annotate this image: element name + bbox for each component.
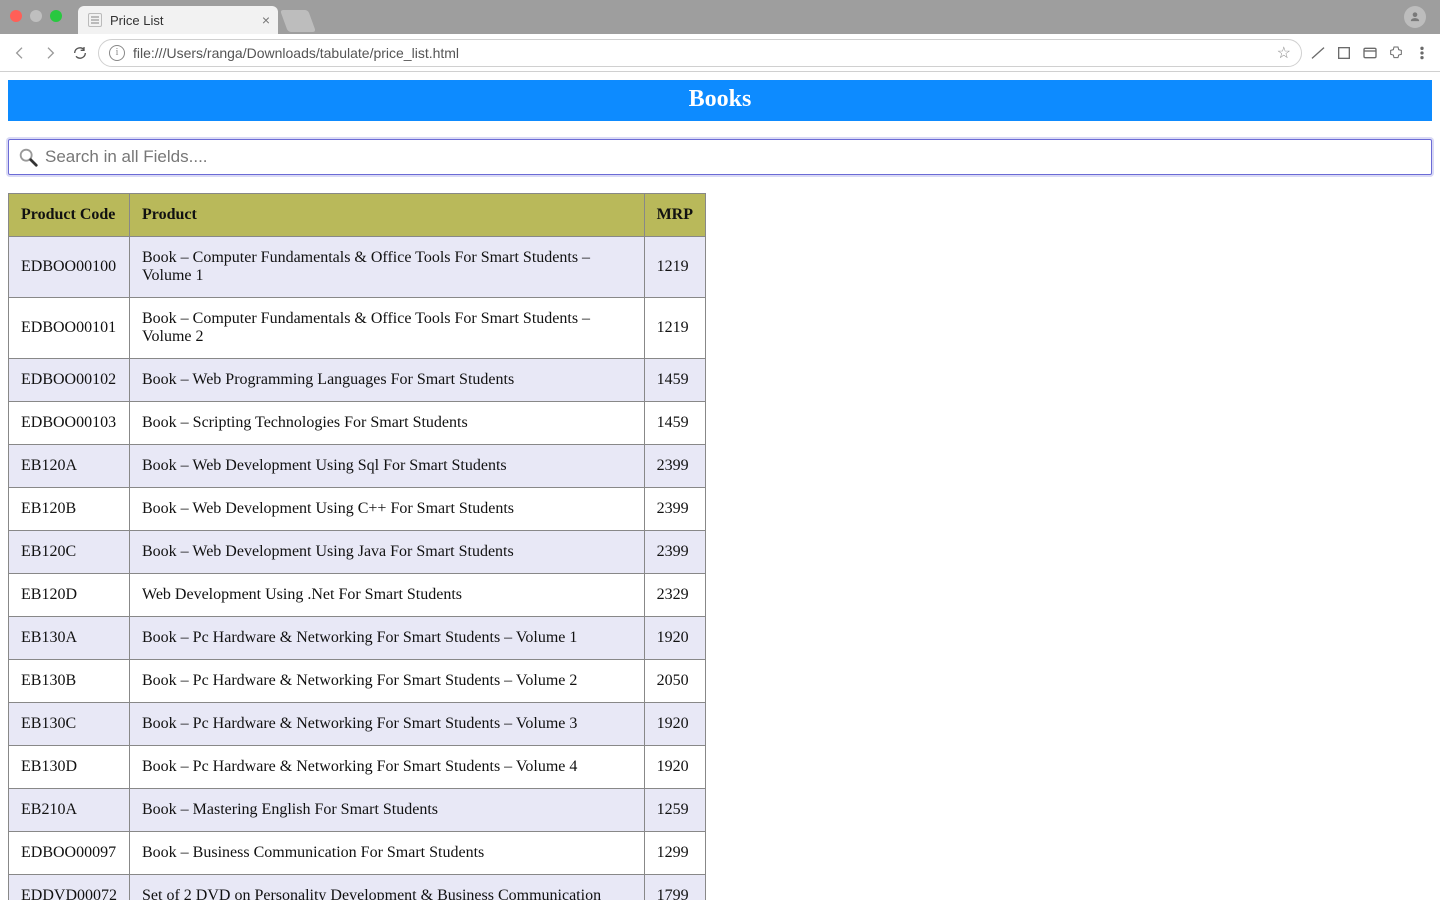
- cell-product: Book – Web Programming Languages For Sma…: [130, 359, 645, 402]
- cell-mrp: 1299: [644, 832, 705, 875]
- forward-button[interactable]: [38, 41, 62, 65]
- cell-code: EDDVD00072: [9, 875, 130, 900]
- browser-tabstrip: Price List ×: [0, 0, 1440, 34]
- bookmark-star-icon[interactable]: ☆: [1277, 43, 1291, 63]
- cell-mrp: 2050: [644, 660, 705, 703]
- cell-code: EDBOO00103: [9, 402, 130, 445]
- cell-product: Book – Pc Hardware & Networking For Smar…: [130, 746, 645, 789]
- cell-product: Book – Scripting Technologies For Smart …: [130, 402, 645, 445]
- cell-mrp: 1459: [644, 359, 705, 402]
- tab-close-icon[interactable]: ×: [262, 12, 270, 28]
- browser-tab-active[interactable]: Price List ×: [78, 6, 278, 34]
- table-row[interactable]: EDBOO00100Book – Computer Fundamentals &…: [9, 237, 706, 298]
- cell-mrp: 2399: [644, 445, 705, 488]
- cell-code: EB210A: [9, 789, 130, 832]
- cell-mrp: 1219: [644, 237, 705, 298]
- cell-mrp: 1219: [644, 298, 705, 359]
- cell-code: EB120C: [9, 531, 130, 574]
- cell-product: Book – Mastering English For Smart Stude…: [130, 789, 645, 832]
- reload-button[interactable]: [68, 41, 92, 65]
- cell-product: Book – Web Development Using Sql For Sma…: [130, 445, 645, 488]
- cell-product: Book – Pc Hardware & Networking For Smar…: [130, 617, 645, 660]
- cell-mrp: 1920: [644, 703, 705, 746]
- cell-product: Book – Business Communication For Smart …: [130, 832, 645, 875]
- cell-code: EB130A: [9, 617, 130, 660]
- search-box[interactable]: [8, 139, 1432, 175]
- tab-favicon: [88, 13, 102, 27]
- extension-icon[interactable]: [1334, 43, 1354, 63]
- cell-mrp: 1920: [644, 617, 705, 660]
- cell-mrp: 1459: [644, 402, 705, 445]
- cell-product: Web Development Using .Net For Smart Stu…: [130, 574, 645, 617]
- cell-mrp: 1920: [644, 746, 705, 789]
- table-row[interactable]: EB130ABook – Pc Hardware & Networking Fo…: [9, 617, 706, 660]
- table-header-row: Product Code Product MRP: [9, 194, 706, 237]
- tab-title: Price List: [110, 13, 163, 28]
- window-zoom-button[interactable]: [50, 10, 62, 22]
- cell-product: Book – Computer Fundamentals & Office To…: [130, 298, 645, 359]
- col-header-code[interactable]: Product Code: [9, 194, 130, 237]
- cell-product: Set of 2 DVD on Personality Development …: [130, 875, 645, 900]
- cell-mrp: 1259: [644, 789, 705, 832]
- table-row[interactable]: EDBOO00101Book – Computer Fundamentals &…: [9, 298, 706, 359]
- user-icon: [1408, 10, 1422, 24]
- window-close-button[interactable]: [10, 10, 22, 22]
- cell-code: EDBOO00100: [9, 237, 130, 298]
- cell-code: EDBOO00101: [9, 298, 130, 359]
- cell-product: Book – Web Development Using C++ For Sma…: [130, 488, 645, 531]
- extension-icon[interactable]: [1360, 43, 1380, 63]
- cell-code: EB130B: [9, 660, 130, 703]
- cell-mrp: 2399: [644, 488, 705, 531]
- table-row[interactable]: EDBOO00102Book – Web Programming Languag…: [9, 359, 706, 402]
- col-header-product[interactable]: Product: [130, 194, 645, 237]
- table-row[interactable]: EDBOO00097Book – Business Communication …: [9, 832, 706, 875]
- chrome-menu-button[interactable]: [1412, 43, 1432, 63]
- search-icon: [17, 146, 39, 168]
- cell-code: EB130C: [9, 703, 130, 746]
- cell-product: Book – Computer Fundamentals & Office To…: [130, 237, 645, 298]
- table-row[interactable]: EB130DBook – Pc Hardware & Networking Fo…: [9, 746, 706, 789]
- search-input[interactable]: [45, 147, 1423, 167]
- table-row[interactable]: EB120BBook – Web Development Using C++ F…: [9, 488, 706, 531]
- url-text: file:///Users/ranga/Downloads/tabulate/p…: [133, 45, 1269, 61]
- cell-mrp: 2329: [644, 574, 705, 617]
- price-table: Product Code Product MRP EDBOO00100Book …: [8, 193, 706, 900]
- table-row[interactable]: EB130CBook – Pc Hardware & Networking Fo…: [9, 703, 706, 746]
- extension-icon[interactable]: [1386, 43, 1406, 63]
- table-row[interactable]: EB210ABook – Mastering English For Smart…: [9, 789, 706, 832]
- window-controls: [10, 10, 62, 22]
- back-button[interactable]: [8, 41, 32, 65]
- table-row[interactable]: EB120ABook – Web Development Using Sql F…: [9, 445, 706, 488]
- cell-mrp: 2399: [644, 531, 705, 574]
- cell-mrp: 1799: [644, 875, 705, 900]
- col-header-mrp[interactable]: MRP: [644, 194, 705, 237]
- profile-button[interactable]: [1404, 6, 1426, 28]
- cell-code: EDBOO00102: [9, 359, 130, 402]
- table-row[interactable]: EB130BBook – Pc Hardware & Networking Fo…: [9, 660, 706, 703]
- cell-code: EB120B: [9, 488, 130, 531]
- cell-product: Book – Pc Hardware & Networking For Smar…: [130, 703, 645, 746]
- cell-product: Book – Pc Hardware & Networking For Smar…: [130, 660, 645, 703]
- page-viewport[interactable]: Books Product Code Product MRP EDBOO0010…: [0, 72, 1440, 900]
- cell-code: EB120D: [9, 574, 130, 617]
- window-minimize-button[interactable]: [30, 10, 42, 22]
- cell-code: EB130D: [9, 746, 130, 789]
- browser-toolbar: i file:///Users/ranga/Downloads/tabulate…: [0, 34, 1440, 72]
- table-row[interactable]: EB120CBook – Web Development Using Java …: [9, 531, 706, 574]
- site-info-icon[interactable]: i: [109, 45, 125, 61]
- table-row[interactable]: EB120DWeb Development Using .Net For Sma…: [9, 574, 706, 617]
- cell-code: EB120A: [9, 445, 130, 488]
- page-banner: Books: [8, 80, 1432, 121]
- cell-product: Book – Web Development Using Java For Sm…: [130, 531, 645, 574]
- extension-icon[interactable]: [1308, 43, 1328, 63]
- address-bar[interactable]: i file:///Users/ranga/Downloads/tabulate…: [98, 39, 1302, 67]
- new-tab-button[interactable]: [280, 10, 316, 32]
- table-row[interactable]: EDBOO00103Book – Scripting Technologies …: [9, 402, 706, 445]
- cell-code: EDBOO00097: [9, 832, 130, 875]
- table-row[interactable]: EDDVD00072Set of 2 DVD on Personality De…: [9, 875, 706, 900]
